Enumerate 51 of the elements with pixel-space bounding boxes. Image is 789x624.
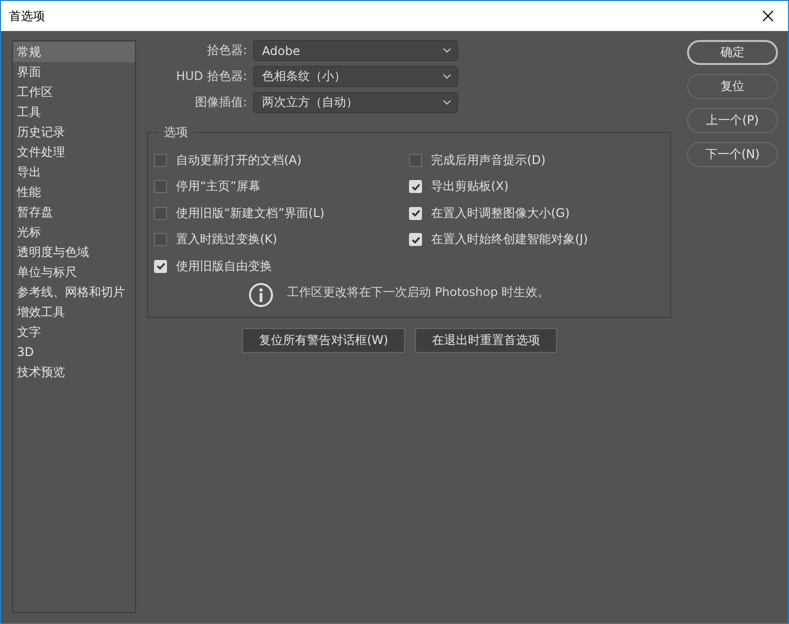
sidebar-item[interactable]: 界面 [13,62,135,82]
dropdown[interactable]: 色相条纹（小） [253,66,458,87]
checkbox-label: 自动更新打开的文档(A) [176,152,302,169]
sidebar-item[interactable]: 技术预览 [13,362,135,382]
dropdown[interactable]: Adobe [253,40,458,61]
sidebar-item[interactable]: 工作区 [13,82,135,102]
chevron-down-icon [443,74,451,79]
checkbox[interactable] [154,206,167,220]
checkbox-label: 使用旧版“新建文档”界面(L) [176,204,324,222]
chevron-down-icon [443,48,451,53]
field-label: 图像插值: [194,94,248,111]
sidebar-item[interactable]: 常规 [13,42,135,62]
checkbox-label: 使用旧版自由变换 [176,258,272,275]
sidebar-item[interactable]: 参考线、网格和切片 [13,282,135,302]
close-icon [762,10,774,22]
info-icon [248,282,274,308]
checkbox-label: 完成后用声音提示(D) [431,152,546,169]
sidebar-item[interactable]: 历史记录 [13,122,135,142]
sidebar-item[interactable]: 性能 [13,182,135,202]
checkbox-label: 在置入时调整图像大小(G) [431,204,570,222]
window-title: 首选项 [9,8,45,24]
checkbox[interactable] [154,180,167,194]
sidebar-item[interactable]: 导出 [13,162,135,182]
checkbox[interactable] [154,154,167,167]
checkbox-label: 在置入时始终创建智能对象(J) [431,231,588,248]
sidebar-item[interactable]: 文件处理 [13,142,135,162]
action-button[interactable]: 复位所有警告对话框(W) [242,328,406,353]
checkbox[interactable] [409,154,422,167]
dialog-button[interactable]: 复位 [687,74,778,99]
sidebar-item[interactable]: 3D [13,342,135,362]
sidebar-item[interactable]: 增效工具 [13,302,135,322]
group-title: 选项 [158,124,194,141]
sidebar-item[interactable]: 暂存盘 [13,202,135,222]
dialog-button[interactable]: 下一个(N) [687,142,778,167]
dialog-button[interactable]: 确定 [687,40,778,65]
checkbox-label: 停用“主页”屏幕 [176,178,260,196]
chevron-down-icon [443,100,451,105]
sidebar-item[interactable]: 透明度与色域 [13,242,135,262]
info-message: 工作区更改将在下一次启动 Photoshop 时生效。 [287,284,550,300]
action-button[interactable]: 在退出时重置首选项 [415,328,558,353]
dialog-button[interactable]: 上一个(P) [687,108,778,133]
checkbox-label: 置入时跳过变换(K) [176,231,278,248]
field-label: 拾色器: [206,42,248,59]
checkbox-label: 导出剪贴板(X) [431,178,509,196]
checkbox[interactable] [154,233,167,246]
sidebar-item[interactable]: 文字 [13,322,135,342]
sidebar-item[interactable]: 光标 [13,222,135,242]
dropdown[interactable]: 两次立方（自动） [253,92,458,113]
field-label: HUD 拾色器: [175,68,248,85]
sidebar-item[interactable]: 工具 [13,102,135,122]
sidebar-item[interactable]: 单位与标尺 [13,262,135,282]
